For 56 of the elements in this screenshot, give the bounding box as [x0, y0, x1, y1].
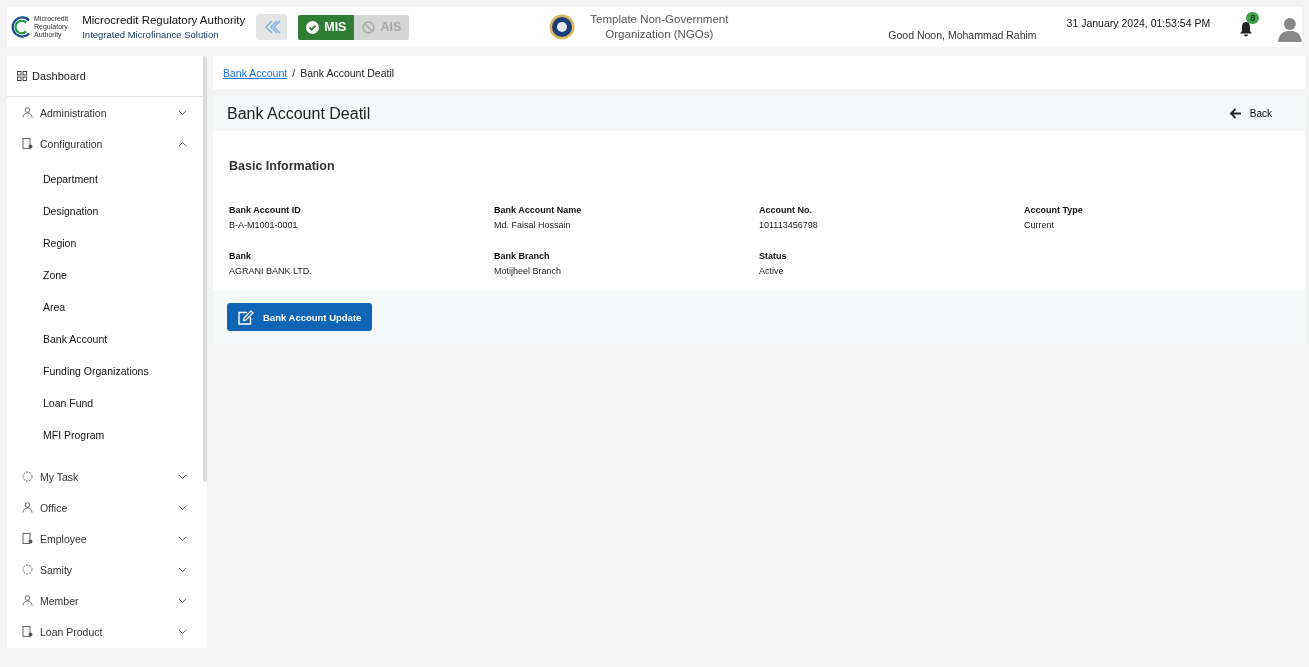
breadcrumb-current: Bank Account Deatil: [300, 66, 395, 79]
back-button[interactable]: Back: [1229, 108, 1272, 119]
submenu-item[interactable]: Zone: [7, 259, 207, 291]
seal-icon: [549, 14, 576, 40]
submenu-item[interactable]: Department: [7, 163, 207, 195]
submenu-item[interactable]: Loan Fund: [7, 387, 207, 419]
tagline: Integrated Microfinance Solution: [82, 29, 220, 40]
menu-item[interactable]: Member: [7, 585, 207, 616]
menu-item[interactable]: Employee: [7, 523, 207, 554]
arrow-left-icon: [1229, 108, 1242, 119]
field-label: Account Type: [1024, 205, 1084, 215]
menu-item[interactable]: Office: [7, 492, 207, 523]
notification-count: 8: [1246, 12, 1260, 24]
menu-item[interactable]: Loan Product: [7, 616, 207, 647]
collapse-sidebar-button[interactable]: [256, 14, 288, 40]
check-circle-icon: [306, 20, 320, 34]
submenu-item[interactable]: Bank Account: [7, 323, 207, 355]
breadcrumb-link[interactable]: Bank Account: [223, 66, 288, 79]
grid-icon: [17, 71, 27, 81]
field-label: Account No.: [759, 205, 813, 215]
date-time: 31 January 2024, 01:53:54 PM: [1066, 17, 1211, 29]
breadcrumb-separator: /: [292, 66, 296, 79]
field-value: Md. Faisal Hossain: [494, 220, 572, 230]
field-label: Bank: [229, 251, 252, 261]
field-value: Active: [759, 266, 785, 276]
submenu-item[interactable]: MFI Program: [7, 419, 207, 451]
field-value: 101113456798: [759, 220, 819, 230]
organization-name: Microcredit Regulatory Authority: [82, 14, 246, 26]
field-label: Bank Account ID: [229, 205, 302, 215]
field-value: Motijheel Branch: [494, 266, 563, 276]
field-label: Bank Branch: [494, 251, 551, 261]
page-title: Bank Account Deatil: [227, 104, 371, 123]
edit-icon: [238, 309, 254, 325]
update-button[interactable]: Bank Account Update: [227, 303, 373, 331]
menu-item[interactable]: Samity: [7, 554, 207, 585]
menu-item[interactable]: Administration: [7, 97, 207, 128]
field-value: AGRANI BANK LTD.: [229, 266, 313, 276]
submenu-item[interactable]: Designation: [7, 195, 207, 227]
submenu-item[interactable]: Region: [7, 227, 207, 259]
field-label: Bank Account Name: [494, 205, 583, 215]
organization-name: Template Non-Government Organization (NGOs): [589, 12, 730, 42]
notification-button[interactable]: [1238, 21, 1255, 39]
submenu-item[interactable]: Funding Organizations: [7, 355, 207, 387]
field-label: Status: [759, 251, 788, 261]
field-value: Current: [1024, 220, 1055, 230]
double-chevron-left-icon: [262, 19, 281, 35]
menu-item[interactable]: My Task: [7, 461, 207, 492]
menu-item[interactable]: Configuration: [7, 128, 207, 159]
greeting: Good Noon, Mohammad Rahim: [888, 29, 1037, 41]
submenu-item[interactable]: Area: [7, 291, 207, 323]
ban-icon: [362, 20, 376, 34]
module-tab[interactable]: MIS: [298, 14, 355, 40]
section-title: Basic Information: [229, 159, 336, 173]
avatar-icon[interactable]: [1278, 16, 1302, 42]
field-value: B-A-M1001-0001: [229, 220, 299, 230]
logo-icon: [10, 14, 32, 40]
